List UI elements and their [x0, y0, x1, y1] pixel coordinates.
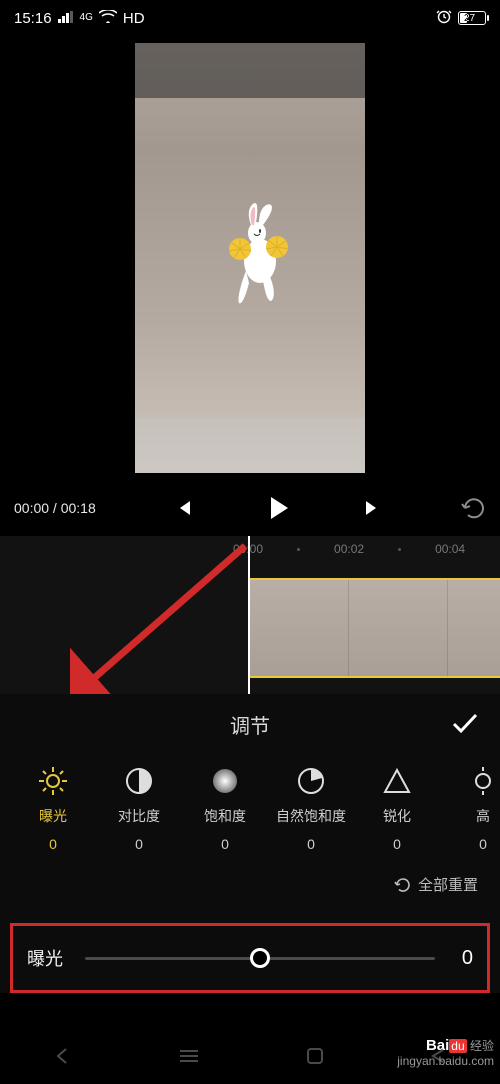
- transport-bar: 00:00 / 00:18: [0, 480, 500, 536]
- cell-4g-icon: 4G: [80, 13, 93, 23]
- battery-icon: 27: [458, 11, 486, 25]
- slider-thumb[interactable]: [250, 948, 270, 968]
- clip-strip[interactable]: [248, 578, 500, 678]
- video-frame: [135, 43, 365, 473]
- prev-frame-button[interactable]: [172, 497, 194, 519]
- adjust-value: 0: [135, 836, 143, 852]
- undo-button[interactable]: [460, 497, 486, 519]
- reset-all-button[interactable]: 全部重置: [0, 852, 500, 895]
- nav-home-icon[interactable]: [306, 1047, 324, 1070]
- signal-icon: [58, 10, 74, 27]
- adjust-item-exposure[interactable]: 曝光 0: [10, 764, 96, 852]
- status-time: 15:16: [14, 10, 52, 27]
- adjust-label: 高: [476, 806, 490, 826]
- wifi-icon: [99, 10, 117, 27]
- adjust-value: 0: [479, 836, 487, 852]
- slider-label: 曝光: [27, 945, 71, 971]
- battery-text: 27: [464, 13, 475, 24]
- playhead[interactable]: [248, 536, 250, 694]
- adjust-item-sharpen[interactable]: 锐化 0: [354, 764, 440, 852]
- adjust-options-row[interactable]: 曝光 0 对比度 0 饱和度 0 自然饱和度 0: [0, 754, 500, 852]
- rabbit-character: [205, 201, 295, 316]
- reset-label: 全部重置: [418, 874, 478, 895]
- adjust-item-contrast[interactable]: 对比度 0: [96, 764, 182, 852]
- adjust-label: 饱和度: [204, 806, 246, 826]
- adjust-item-highlight[interactable]: 高 0: [440, 764, 500, 852]
- alarm-icon: [436, 8, 452, 28]
- status-bar: 15:16 4G HD 27: [0, 0, 500, 36]
- adjust-value: 0: [393, 836, 401, 852]
- nav-recents-icon[interactable]: [178, 1048, 200, 1069]
- status-hd: HD: [123, 10, 145, 27]
- adjust-label: 曝光: [39, 806, 67, 826]
- nav-back-icon[interactable]: [53, 1046, 73, 1071]
- exposure-slider[interactable]: [85, 957, 435, 960]
- adjust-panel: 调节 曝光 0 对比度 0 饱和度 0: [0, 694, 500, 993]
- triangle-icon: [382, 764, 412, 798]
- system-nav-bar: [0, 1032, 500, 1084]
- timeline-ruler: 00:00 00:02 00:04: [0, 536, 500, 562]
- adjust-value: 0: [49, 836, 57, 852]
- contrast-icon: [124, 764, 154, 798]
- adjust-label: 锐化: [383, 806, 411, 826]
- adjust-item-saturation[interactable]: 饱和度 0: [182, 764, 268, 852]
- adjust-label: 对比度: [118, 806, 160, 826]
- highlight-icon: [468, 764, 498, 798]
- slider-value: 0: [449, 947, 473, 970]
- reset-icon: [394, 876, 412, 894]
- next-frame-button[interactable]: [362, 497, 384, 519]
- adjust-value: 0: [307, 836, 315, 852]
- time-display: 00:00 / 00:18: [14, 500, 96, 516]
- panel-title: 调节: [230, 710, 270, 739]
- adjust-item-vibrance[interactable]: 自然饱和度 0: [268, 764, 354, 852]
- play-button[interactable]: [264, 494, 292, 522]
- confirm-button[interactable]: [450, 710, 480, 741]
- nav-menu-icon[interactable]: [429, 1047, 447, 1070]
- timeline[interactable]: 00:00 00:02 00:04: [0, 536, 500, 694]
- adjust-label: 自然饱和度: [276, 806, 346, 826]
- sun-icon: [37, 764, 69, 798]
- saturation-icon: [210, 764, 240, 798]
- video-preview[interactable]: [0, 36, 500, 480]
- adjust-value: 0: [221, 836, 229, 852]
- vibrance-icon: [296, 764, 326, 798]
- exposure-slider-box: 曝光 0: [10, 923, 490, 993]
